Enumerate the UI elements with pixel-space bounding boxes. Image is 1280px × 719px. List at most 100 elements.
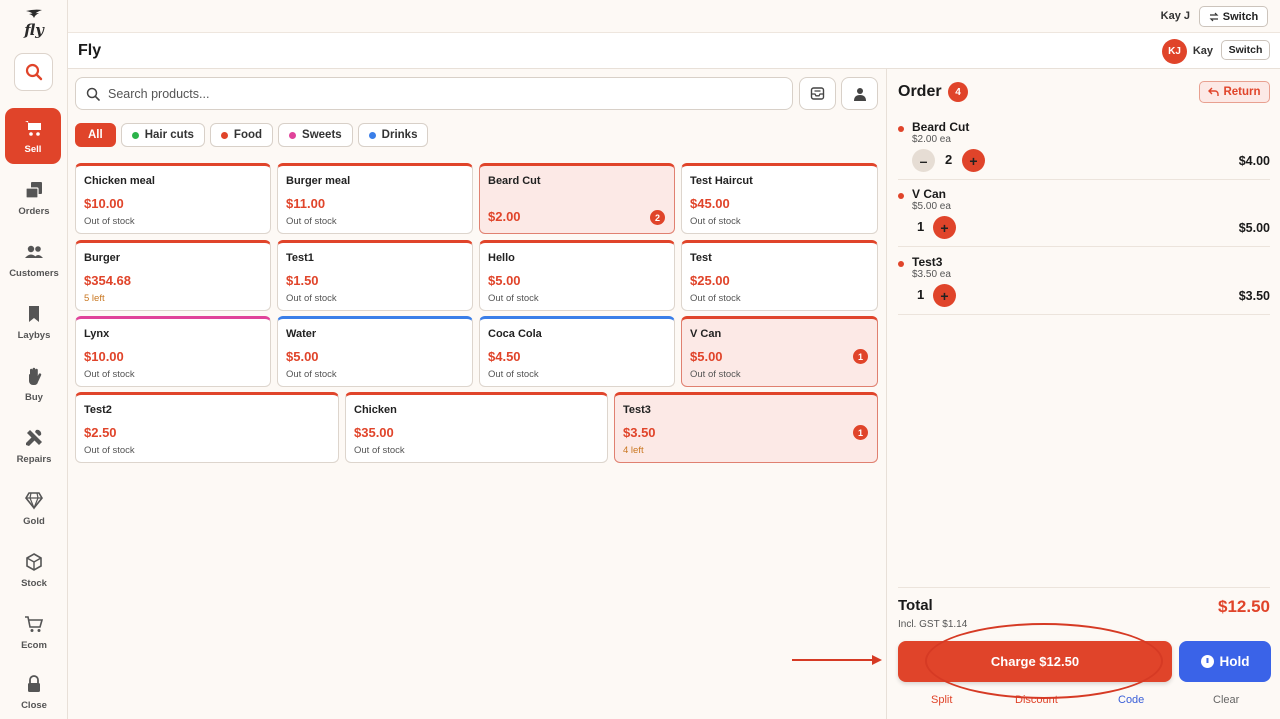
product-search[interactable] — [75, 77, 793, 110]
product-stock: Out of stock — [690, 369, 741, 380]
product-price: $5.00 — [690, 349, 723, 364]
filter-label: Drinks — [381, 129, 418, 141]
order-line-item: Beard Cut $2.00 ea – 2 + $4.00 — [898, 113, 1270, 180]
return-arrow-icon — [1208, 87, 1220, 96]
product-price: $25.00 — [690, 273, 730, 288]
box-icon — [26, 552, 42, 571]
product-card[interactable]: Test1 $1.50 Out of stock — [277, 240, 473, 311]
sidebar-search-button[interactable] — [14, 53, 53, 91]
sidebar-item-stock[interactable]: Stock — [0, 542, 68, 598]
product-card[interactable]: Test2 $2.50 Out of stock — [75, 392, 339, 463]
sidebar: fly Sell Orders Customers Laybys Buy Rep… — [0, 0, 68, 719]
product-price: $1.50 — [286, 273, 319, 288]
hold-button[interactable]: II Hold — [1179, 641, 1271, 682]
item-unit-price: $5.00 ea — [912, 201, 951, 212]
sidebar-item-close[interactable]: Close — [0, 664, 68, 719]
filter-drinks[interactable]: Drinks — [357, 123, 429, 147]
product-card-selected[interactable]: V Can $5.00 Out of stock 1 — [681, 316, 878, 387]
increase-qty-button[interactable]: + — [933, 284, 956, 307]
sidebar-item-label: Sell — [24, 143, 42, 155]
return-button[interactable]: Return — [1199, 81, 1270, 103]
product-stock: Out of stock — [488, 369, 539, 380]
product-card[interactable]: Burger meal $11.00 Out of stock — [277, 163, 473, 234]
filter-hair-cuts[interactable]: Hair cuts — [120, 123, 205, 147]
sidebar-item-sell[interactable]: Sell — [5, 108, 61, 164]
customer-select-button[interactable] — [841, 77, 878, 110]
filter-label: Sweets — [302, 129, 342, 141]
avatar[interactable]: KJ — [1162, 39, 1187, 64]
search-input[interactable] — [108, 86, 708, 101]
switch-user-button[interactable]: Switch — [1199, 6, 1268, 27]
product-card[interactable]: Lynx $10.00 Out of stock — [75, 316, 271, 387]
product-stock: 4 left — [623, 445, 644, 456]
hand-icon — [29, 367, 42, 385]
product-card-selected[interactable]: Test3 $3.50 4 left 1 — [614, 392, 878, 463]
product-card[interactable]: Test $25.00 Out of stock — [681, 240, 878, 311]
orders-icon — [25, 181, 42, 199]
inbox-icon — [810, 87, 825, 100]
filter-sweets[interactable]: Sweets — [278, 123, 353, 147]
product-price: $35.00 — [354, 425, 394, 440]
product-price: $10.00 — [84, 349, 124, 364]
sidebar-item-repairs[interactable]: Repairs — [0, 418, 68, 474]
product-card-selected[interactable]: Beard Cut $2.00 2 — [479, 163, 675, 234]
product-card[interactable]: Chicken $35.00 Out of stock — [345, 392, 608, 463]
store-header: Fly KJ Kay Switch — [68, 33, 1280, 69]
sidebar-item-customers[interactable]: Customers — [0, 232, 68, 288]
category-dot — [131, 131, 139, 139]
sidebar-item-label: Stock — [21, 577, 47, 589]
item-qty: 2 — [945, 152, 953, 167]
product-stock: Out of stock — [286, 369, 337, 380]
item-total: $3.50 — [1238, 289, 1270, 303]
sidebar-item-label: Gold — [23, 515, 45, 527]
return-label: Return — [1223, 86, 1261, 98]
order-title: Order — [898, 83, 942, 100]
item-name: V Can — [912, 187, 947, 201]
inbox-button[interactable] — [799, 77, 836, 110]
split-link[interactable]: Split — [931, 694, 952, 706]
store-name: Fly — [78, 42, 102, 59]
product-stock: 5 left — [84, 293, 105, 304]
product-price: $2.00 — [488, 209, 521, 224]
sidebar-item-ecom[interactable]: Ecom — [0, 604, 68, 660]
product-price: $2.50 — [84, 425, 117, 440]
product-price: $5.00 — [488, 273, 521, 288]
qty-badge: 1 — [853, 425, 868, 440]
total-label: Total — [898, 597, 933, 614]
product-card[interactable]: Test Haircut $45.00 Out of stock — [681, 163, 878, 234]
increase-qty-button[interactable]: + — [962, 149, 985, 172]
increase-qty-button[interactable]: + — [933, 216, 956, 239]
sidebar-item-buy[interactable]: Buy — [0, 356, 68, 412]
product-price: $5.00 — [286, 349, 319, 364]
item-qty: 1 — [917, 287, 925, 302]
item-unit-price: $2.00 ea — [912, 134, 951, 145]
item-bullet — [898, 193, 904, 199]
sidebar-item-laybys[interactable]: Laybys — [0, 294, 68, 350]
product-price: $4.50 — [488, 349, 521, 364]
logo-wing-icon — [0, 8, 68, 22]
filter-all[interactable]: All — [75, 123, 116, 147]
user-name: Kay J — [1160, 10, 1190, 22]
category-filters: All Hair cuts Food Sweets Drinks — [75, 123, 429, 147]
clear-link[interactable]: Clear — [1213, 694, 1239, 706]
header-switch-button[interactable]: Switch — [1221, 40, 1270, 60]
sidebar-item-gold[interactable]: Gold — [0, 480, 68, 536]
sidebar-item-orders[interactable]: Orders — [0, 170, 68, 226]
code-link[interactable]: Code — [1118, 694, 1144, 706]
product-name: V Can — [690, 328, 722, 340]
product-card[interactable]: Chicken meal $10.00 Out of stock — [75, 163, 271, 234]
totals-divider — [898, 587, 1270, 588]
decrease-qty-button[interactable]: – — [912, 149, 935, 172]
product-card[interactable]: Coca Cola $4.50 Out of stock — [479, 316, 675, 387]
item-bullet — [898, 261, 904, 267]
sidebar-item-label: Laybys — [17, 329, 51, 341]
product-card[interactable]: Hello $5.00 Out of stock — [479, 240, 675, 311]
item-unit-price: $3.50 ea — [912, 269, 951, 280]
filter-food[interactable]: Food — [209, 123, 274, 147]
product-card[interactable]: Water $5.00 Out of stock — [277, 316, 473, 387]
filter-label: Hair cuts — [144, 129, 194, 141]
item-name: Test3 — [912, 255, 943, 269]
product-card[interactable]: Burger $354.68 5 left — [75, 240, 271, 311]
product-stock: Out of stock — [286, 216, 337, 227]
hold-label: Hold — [1219, 654, 1250, 669]
